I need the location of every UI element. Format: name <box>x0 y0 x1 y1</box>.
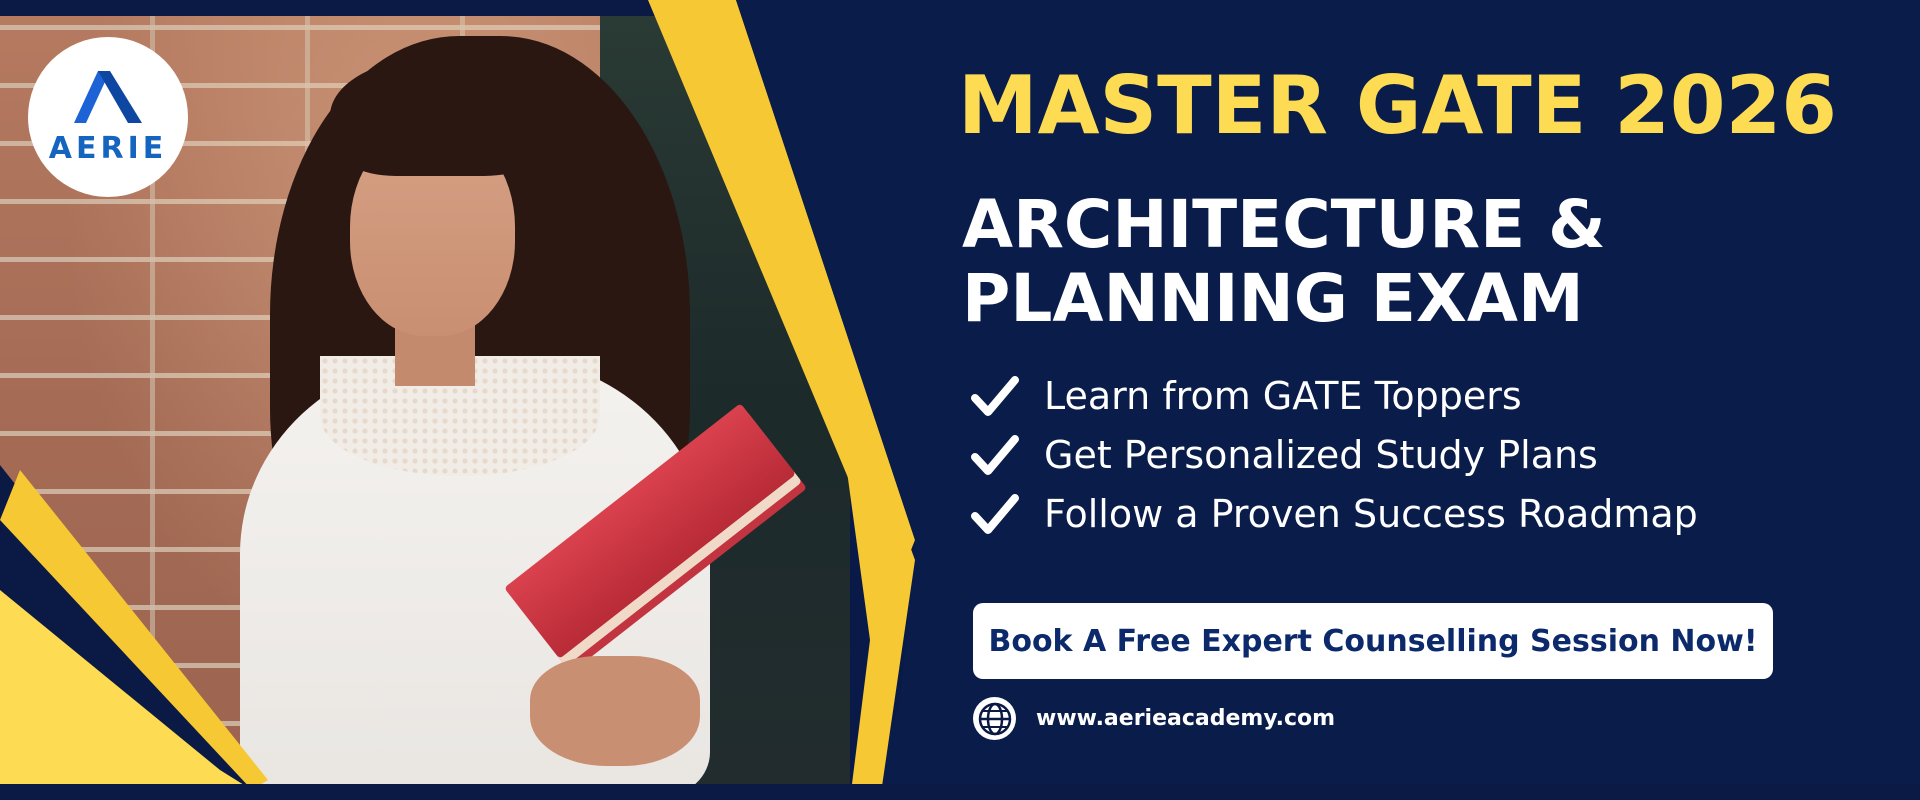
subheadline-line-1: ARCHITECTURE & <box>962 186 1606 263</box>
globe-icon <box>973 697 1016 740</box>
feature-text: Learn from GATE Toppers <box>1044 373 1522 418</box>
aerie-logo: AERIE <box>28 37 188 197</box>
check-icon <box>970 489 1020 539</box>
headline: MASTER GATE 2026 <box>958 59 1837 152</box>
book-counselling-button[interactable]: Book A Free Expert Counselling Session N… <box>973 603 1773 679</box>
website-link[interactable]: www.aerieacademy.com <box>973 697 1335 740</box>
feature-text: Follow a Proven Success Roadmap <box>1044 491 1698 536</box>
hands <box>530 656 700 766</box>
feature-item: Learn from GATE Toppers <box>970 366 1698 425</box>
check-icon <box>970 430 1020 480</box>
website-url[interactable]: www.aerieacademy.com <box>1036 706 1335 731</box>
logo-text: AERIE <box>48 130 168 166</box>
check-icon <box>970 371 1020 421</box>
feature-list: Learn from GATE Toppers Get Personalized… <box>970 366 1698 543</box>
feature-item: Get Personalized Study Plans <box>970 425 1698 484</box>
promo-banner: AERIE MASTER GATE 2026 ARCHITECTURE & PL… <box>0 0 1920 800</box>
subheadline-line-2: PLANNING EXAM <box>962 260 1584 337</box>
yellow-lower-stripe <box>840 410 915 800</box>
subheadline: ARCHITECTURE & PLANNING EXAM <box>962 188 1606 336</box>
feature-item: Follow a Proven Success Roadmap <box>970 484 1698 543</box>
aerie-a-icon <box>74 70 142 123</box>
hair-top <box>330 56 550 176</box>
feature-text: Get Personalized Study Plans <box>1044 432 1598 477</box>
